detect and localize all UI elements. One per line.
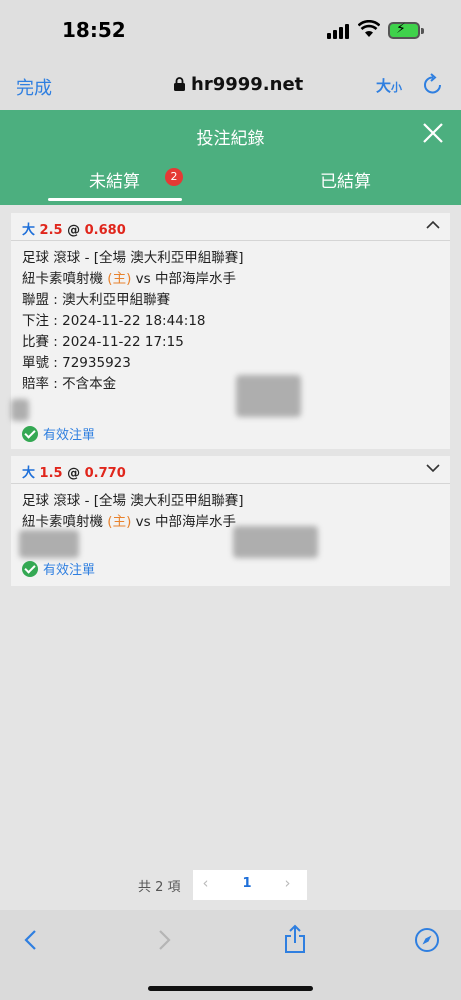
bet-league-line: 足球 滾球 - [全場 澳大利亞甲組聯賽] xyxy=(22,250,244,266)
done-button[interactable]: 完成 xyxy=(16,74,52,100)
chevron-up-icon[interactable] xyxy=(426,219,440,234)
next-page-button[interactable]: › xyxy=(285,874,291,892)
bet-handicap: 1.5 xyxy=(39,466,63,481)
text-size-small: 小 xyxy=(391,81,403,94)
home-indicator xyxy=(148,986,313,991)
bet-league-line: 足球 滾球 - [全場 澳大利亞甲組聯賽] xyxy=(22,493,244,509)
status-text: 有效注單 xyxy=(43,428,96,443)
valid-bet-status: 有效注單 xyxy=(22,424,95,443)
close-icon[interactable] xyxy=(422,122,444,148)
redacted-area xyxy=(233,526,318,558)
bet-details: 足球 滾球 - [全場 澳大利亞甲組聯賽] 紐卡素噴射機 (主) vs 中部海岸… xyxy=(11,484,450,533)
address-url[interactable]: hr9999.net xyxy=(191,74,303,95)
compass-icon[interactable] xyxy=(414,927,440,957)
away-team: 中部海岸水手 xyxy=(154,271,236,287)
total-count: 共 2 項 xyxy=(138,879,181,895)
text-size-button[interactable]: 大小 xyxy=(376,75,402,96)
prev-page-button[interactable]: ‹ xyxy=(203,874,209,892)
bet-at: @ xyxy=(67,223,81,238)
home-tag: (主) xyxy=(107,271,132,287)
text-size-big: 大 xyxy=(376,77,392,95)
battery-icon: ⚡ xyxy=(388,21,424,39)
home-team: 紐卡素噴射機 xyxy=(22,271,103,287)
check-circle-icon xyxy=(22,425,38,442)
bet-match: 紐卡素噴射機 (主) vs 中部海岸水手 xyxy=(22,269,450,290)
bet-at: @ xyxy=(67,466,81,481)
vs-text: vs xyxy=(135,271,151,287)
signal-icon xyxy=(327,24,349,39)
chevron-down-icon[interactable] xyxy=(426,462,440,477)
page-title: 投注紀錄 xyxy=(196,129,265,149)
bet-odds: 0.770 xyxy=(84,466,126,481)
match-time: 比賽 : 2024-11-22 17:15 xyxy=(22,334,184,350)
bet-card-header[interactable]: 大 1.5 @ 0.770 xyxy=(11,456,450,484)
bet-time: 下注 : 2024-11-22 18:44:18 xyxy=(22,313,206,329)
browser-toolbar xyxy=(0,910,461,1000)
vs-text: vs xyxy=(135,514,151,530)
valid-bet-status: 有效注單 xyxy=(22,559,95,578)
home-team: 紐卡素噴射機 xyxy=(22,514,103,530)
lock-icon xyxy=(174,77,185,91)
home-tag: (主) xyxy=(107,514,132,530)
bet-card: 大 2.5 @ 0.680 足球 滾球 - [全場 澳大利亞甲組聯賽] 紐卡素噴… xyxy=(11,213,450,449)
bet-card: 大 1.5 @ 0.770 足球 滾球 - [全場 澳大利亞甲組聯賽] 紐卡素噴… xyxy=(11,456,450,586)
tab-settled[interactable]: 已結算 xyxy=(320,167,371,192)
redacted-area xyxy=(19,530,79,558)
bet-type: 大 xyxy=(22,223,36,238)
bet-odds: 0.680 xyxy=(84,223,126,238)
tab-unsettled[interactable]: 未結算 xyxy=(89,167,140,192)
ticket-number: 單號 : 72935923 xyxy=(22,355,131,371)
check-circle-icon xyxy=(22,560,38,577)
away-team: 中部海岸水手 xyxy=(154,514,236,530)
bet-details: 足球 滾球 - [全場 澳大利亞甲組聯賽] 紐卡素噴射機 (主) vs 中部海岸… xyxy=(11,241,450,395)
reload-icon[interactable] xyxy=(422,72,444,100)
browser-bar: 完成 hr9999.net 大小 xyxy=(0,60,461,110)
share-icon[interactable] xyxy=(283,924,307,958)
back-icon[interactable] xyxy=(22,928,40,956)
wifi-icon xyxy=(357,19,381,42)
bet-type: 大 xyxy=(22,466,36,481)
pagination: 共 2 項 ‹ 1 › xyxy=(138,870,307,900)
status-time: 18:52 xyxy=(62,18,126,42)
redacted-area xyxy=(236,375,301,417)
current-page[interactable]: 1 xyxy=(243,876,252,891)
status-bar: 18:52 ⚡ xyxy=(0,0,461,60)
bet-league: 聯盟 : 澳大利亞甲組聯賽 xyxy=(22,292,171,308)
forward-icon[interactable] xyxy=(155,928,173,956)
status-text: 有效注單 xyxy=(43,563,96,578)
redacted-area xyxy=(11,399,29,421)
bet-handicap: 2.5 xyxy=(39,223,63,238)
active-tab-indicator xyxy=(48,198,182,201)
page-selector: ‹ 1 › xyxy=(192,870,307,900)
unsettled-count-badge: 2 xyxy=(165,168,183,186)
bet-card-header[interactable]: 大 2.5 @ 0.680 xyxy=(11,213,450,241)
bet-record-header: 投注紀錄 未結算 2 已結算 xyxy=(0,110,461,205)
